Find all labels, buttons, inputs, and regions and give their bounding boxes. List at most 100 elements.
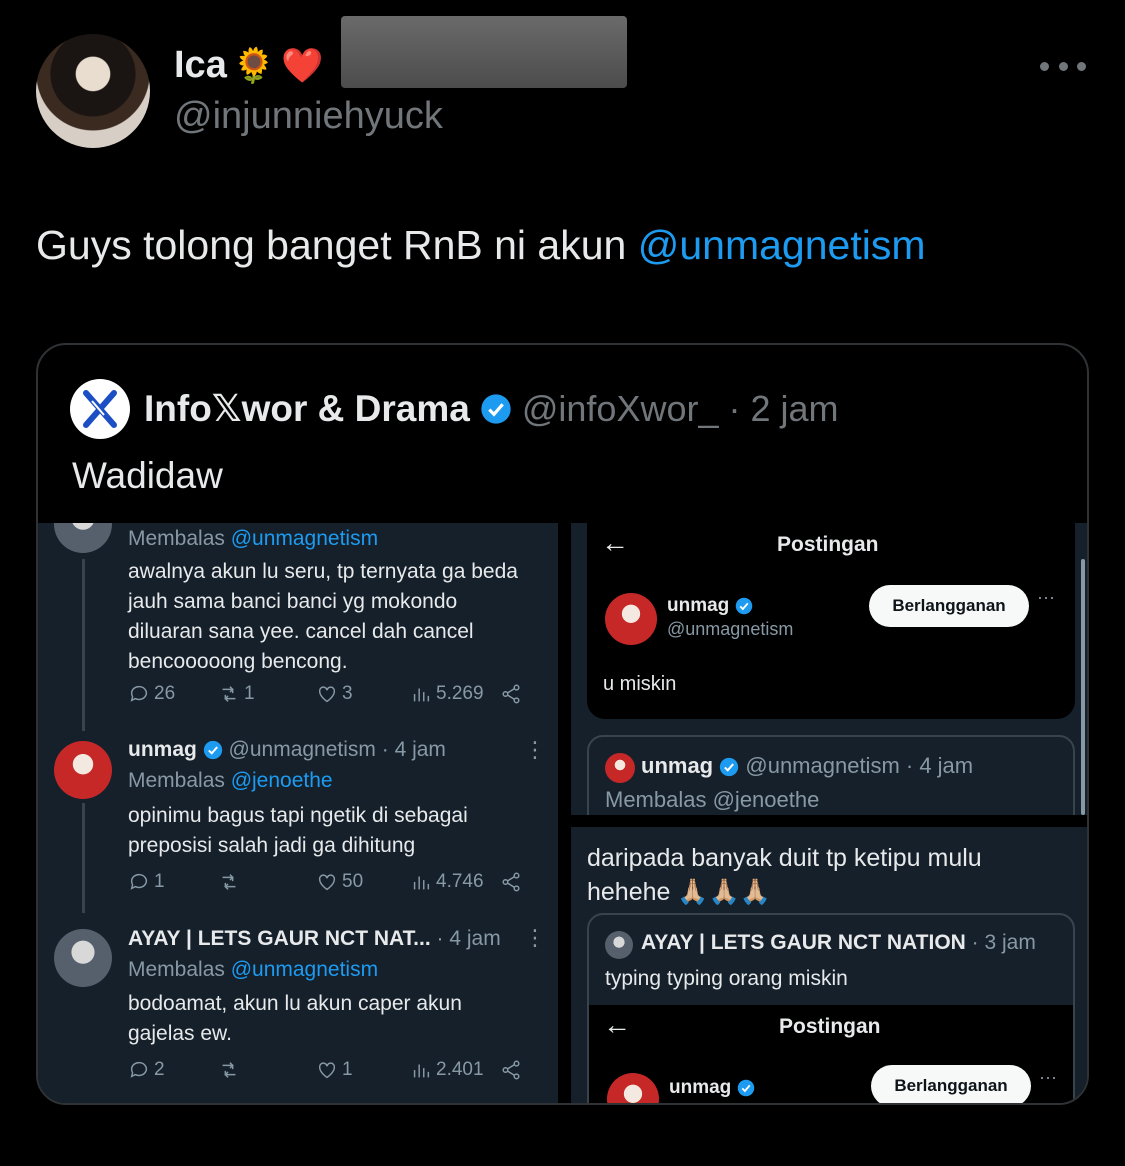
views-icon <box>413 688 430 702</box>
nested-post: ← Postingan unmag Berlangganan ··· <box>589 1005 1073 1103</box>
share-button[interactable] <box>500 871 522 893</box>
verified-badge-icon <box>737 1079 754 1097</box>
reply-author-name[interactable]: AYAY | LETS GAUR NCT NAT... <box>128 927 431 950</box>
replying-to: Membalas @unmagnetism <box>128 527 379 550</box>
repost-button[interactable] <box>218 1059 240 1081</box>
x-logo-icon <box>83 390 117 428</box>
share-icon <box>502 1060 520 1080</box>
quoted-text: Wadidaw <box>72 455 223 496</box>
more-icon[interactable]: ⋮ <box>524 737 546 763</box>
quoted-header: AYAY | LETS GAUR NCT NATION · 3 jam <box>641 931 1036 954</box>
share-icon <box>502 872 520 892</box>
header-title: Postingan <box>779 1015 881 1038</box>
author-display-name[interactable]: Ica 🌻 ❤️ <box>174 44 324 87</box>
reply-header: AYAY | LETS GAUR NCT NAT... · 4 jam <box>128 927 501 951</box>
repost-icon <box>222 686 236 702</box>
reply-time: · 4 jam <box>436 927 501 950</box>
heart-icon <box>318 686 336 703</box>
author-name-text: Ica <box>174 44 227 86</box>
share-button[interactable] <box>500 683 522 705</box>
left-screenshot: Membalas @unmagnetism awalnya akun lu se… <box>38 523 558 1103</box>
views-button[interactable]: 4.746 <box>410 871 484 893</box>
quoted-tweet-card[interactable]: Info𝕏wor & Drama @infoXwor_ · 2 jam Wadi… <box>36 343 1089 1105</box>
heart-emoji: ❤️ <box>281 46 324 85</box>
reply-handle: @unmagnetism · 4 jam <box>228 738 446 761</box>
reply-icon <box>130 1061 148 1078</box>
unmag-avatar[interactable] <box>605 753 635 783</box>
more-icon[interactable]: ··· <box>1037 587 1055 608</box>
views-button[interactable]: 2.401 <box>410 1059 484 1081</box>
post-card: ← Postingan unmag @unmagnetism Berlangga… <box>587 523 1075 719</box>
replying-to-link[interactable]: @unmagnetism <box>231 527 378 550</box>
sunflower-emoji: 🌻 <box>232 46 276 85</box>
views-button[interactable]: 5.269 <box>410 683 484 705</box>
reply-actions: 1 50 4.746 <box>38 871 558 901</box>
reply-button[interactable]: 26 <box>128 683 175 705</box>
more-options-icon[interactable] <box>1040 56 1086 76</box>
quoted-media[interactable]: Membalas @unmagnetism awalnya akun lu se… <box>38 523 1087 1103</box>
views-icon <box>413 1064 430 1078</box>
right-bottom-screenshot: daripada banyak duit tp ketipu mulu hehe… <box>571 827 1087 1103</box>
more-icon[interactable]: ⋮ <box>524 925 546 951</box>
reply-author-name[interactable]: unmag <box>128 738 197 761</box>
quoted-text: typing typing orang miskin <box>605 967 848 990</box>
heart-icon <box>318 874 336 891</box>
verified-badge-icon <box>203 741 222 760</box>
unmag-avatar[interactable] <box>605 593 657 645</box>
replying-to: Membalas @unmagnetism <box>128 958 379 981</box>
reply-button[interactable]: 2 <box>128 1059 165 1081</box>
post-author-name[interactable]: unmag <box>669 1077 755 1099</box>
repost-icon <box>222 1062 236 1078</box>
replying-to-link[interactable]: @unmagnetism <box>231 958 378 981</box>
back-arrow-icon[interactable]: ← <box>601 527 629 559</box>
reply-text: bodoamat, akun lu akun caper akun gajela… <box>128 992 462 1045</box>
post-text: u miskin <box>603 673 677 695</box>
like-button[interactable]: 1 <box>316 1059 353 1081</box>
subscribe-button[interactable]: Berlangganan <box>871 1065 1031 1103</box>
right-top-screenshot: ← Postingan unmag @unmagnetism Berlangga… <box>571 523 1087 815</box>
author-handle[interactable]: @injunniehyuck <box>174 95 443 138</box>
reply-actions: 2 1 2.401 <box>38 1059 558 1089</box>
ayay-avatar[interactable] <box>54 929 112 987</box>
reply-actions: 26 1 3 5.269 <box>38 683 558 713</box>
back-arrow-icon[interactable]: ← <box>603 1009 631 1041</box>
repost-button[interactable]: 1 <box>218 683 255 705</box>
reply-header: unmag @unmagnetism · 4 jam <box>128 738 446 762</box>
quoted-avatar[interactable] <box>70 379 130 439</box>
post-author-name[interactable]: unmag <box>667 595 753 617</box>
repost-button[interactable] <box>218 871 240 893</box>
tweet-text: Guys tolong banget RnB ni akun <box>36 222 638 268</box>
repost-icon <box>222 874 236 890</box>
reply-button[interactable]: 1 <box>128 871 165 893</box>
like-button[interactable]: 3 <box>316 683 353 705</box>
replying-to-link[interactable]: @jenoethe <box>231 769 333 792</box>
unmag-avatar[interactable] <box>54 741 112 799</box>
reply-icon <box>130 873 148 890</box>
subscribe-button[interactable]: Berlangganan <box>869 585 1029 627</box>
unmag-avatar[interactable] <box>607 1073 659 1103</box>
quoted-post-card[interactable]: AYAY | LETS GAUR NCT NATION · 3 jam typi… <box>587 913 1075 1103</box>
author-avatar[interactable] <box>36 34 150 148</box>
avatar <box>54 523 112 553</box>
ayay-avatar <box>605 931 633 959</box>
like-button[interactable]: 50 <box>316 871 363 893</box>
more-icon[interactable]: ··· <box>1039 1067 1057 1088</box>
heart-icon <box>318 1062 336 1079</box>
replying-to: Membalas @jenoethe <box>128 769 333 792</box>
reply-text: opinimu bagus tapi ngetik di sebagai pre… <box>128 804 468 857</box>
tweet-body: Guys tolong banget RnB ni akun @unmagnet… <box>36 222 925 269</box>
header-title: Postingan <box>777 533 879 556</box>
tweet-mention-link[interactable]: @unmagnetism <box>638 222 926 268</box>
reply-card: unmag @unmagnetism · 4 jam Membalas @jen… <box>587 735 1075 815</box>
quoted-handle[interactable]: @infoXwor_ <box>522 388 719 430</box>
reply-header: unmag @unmagnetism · 4 jam <box>641 753 974 778</box>
post-author-handle: @unmagnetism <box>667 619 794 639</box>
verified-badge-icon <box>735 597 752 615</box>
quoted-time: · 2 jam <box>728 387 839 429</box>
quoted-header: Info𝕏wor & Drama @infoXwor_ · 2 jam <box>144 387 839 430</box>
reply-text: awalnya akun lu seru, tp ternyata ga bed… <box>128 560 518 673</box>
share-button[interactable] <box>500 1059 522 1081</box>
quoted-name[interactable]: Info𝕏wor & Drama <box>144 387 470 430</box>
verified-badge-icon <box>720 758 739 777</box>
scrollbar[interactable] <box>1081 559 1085 815</box>
